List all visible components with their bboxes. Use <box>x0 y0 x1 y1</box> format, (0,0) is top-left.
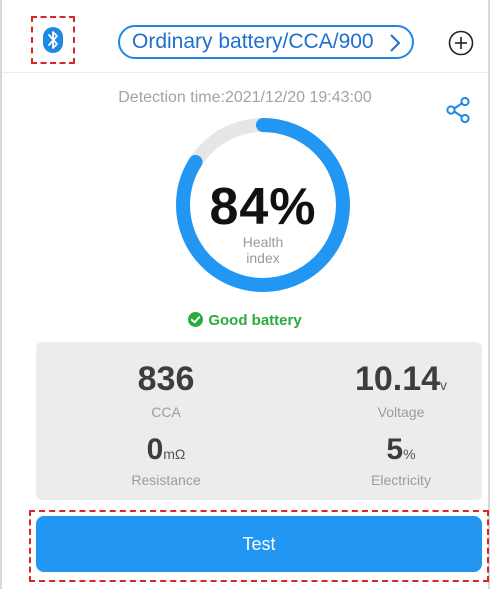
battery-status-text: Good battery <box>208 312 302 329</box>
app-screen: Ordinary battery/CCA/900 Detection time:… <box>0 0 490 589</box>
cca-label: CCA <box>151 404 181 420</box>
resistance-unit: mΩ <box>163 446 186 462</box>
health-label: Health index <box>242 234 284 266</box>
chevron-right-icon <box>390 34 401 52</box>
top-bar: Ordinary battery/CCA/900 <box>2 0 488 73</box>
electricity-label: Electricity <box>371 472 431 488</box>
share-icon[interactable] <box>445 96 471 124</box>
battery-type-label: Ordinary battery/CCA/900 <box>132 30 374 53</box>
voltage-unit: v <box>440 377 448 393</box>
resistance-label: Resistance <box>131 472 201 488</box>
stat-electricity: 5% Electricity <box>301 432 490 488</box>
cca-value: 836 <box>137 360 195 398</box>
detection-time: Detection time:2021/12/20 19:43:00 <box>118 89 372 106</box>
stat-cca: 836 CCA <box>66 360 266 420</box>
bluetooth-icon[interactable] <box>43 27 63 53</box>
test-button[interactable]: Test <box>36 516 482 572</box>
check-circle-icon <box>188 312 204 327</box>
health-value: 84% <box>209 178 317 236</box>
add-circle-icon[interactable] <box>448 30 474 56</box>
electricity-unit: % <box>403 446 416 462</box>
stat-resistance: 0mΩ Resistance <box>66 432 266 488</box>
stat-voltage: 10.14v Voltage <box>301 360 490 420</box>
battery-status: Good battery <box>2 312 488 329</box>
stats-panel: 836 CCA 10.14v Voltage 0mΩ Resistance 5%… <box>36 342 482 500</box>
voltage-value: 10.14 <box>354 360 441 398</box>
voltage-label: Voltage <box>377 404 425 420</box>
resistance-value: 0 <box>146 433 164 466</box>
battery-type-selector[interactable]: Ordinary battery/CCA/900 <box>118 25 414 59</box>
electricity-value: 5 <box>386 433 404 466</box>
